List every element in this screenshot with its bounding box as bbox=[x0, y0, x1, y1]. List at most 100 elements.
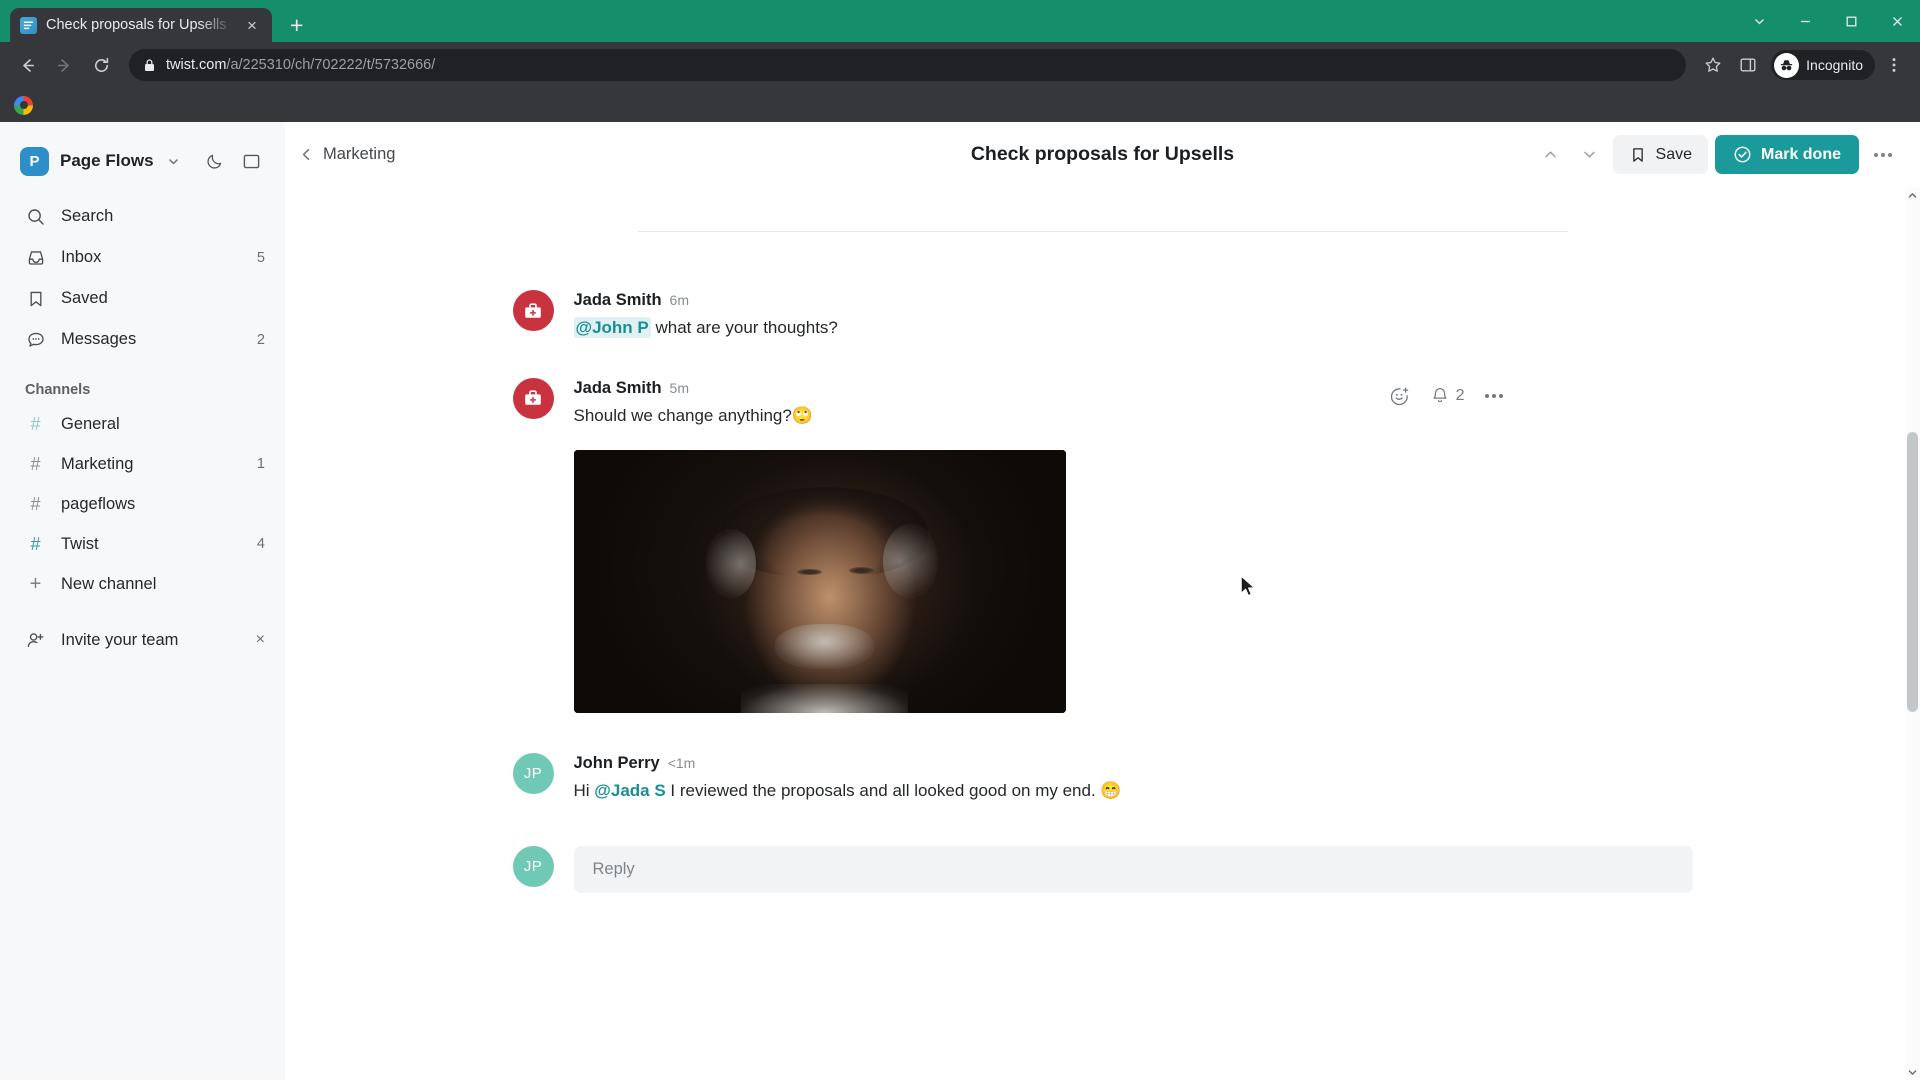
sidebar-item-inbox[interactable]: Inbox 5 bbox=[0, 237, 285, 278]
message-text: Should we change anything?🙄 bbox=[574, 404, 1693, 429]
mark-done-button[interactable]: Mark done bbox=[1714, 135, 1859, 174]
bookmark-icon bbox=[1629, 146, 1647, 164]
chevron-down-icon[interactable] bbox=[1574, 139, 1606, 171]
browser-tab[interactable]: Check proposals for Upsells · Pa × bbox=[10, 8, 272, 42]
message-item: Jada Smith 6m @John P what are your thou… bbox=[512, 290, 1693, 341]
channels-list: # General # Marketing 1 # pageflows # Tw… bbox=[0, 404, 285, 604]
vertical-scrollbar[interactable] bbox=[1905, 187, 1920, 1080]
thread-header: Marketing Check proposals for Upsells Sa… bbox=[285, 122, 1920, 187]
chrome-menu-icon[interactable] bbox=[1878, 49, 1910, 81]
hash-icon: # bbox=[30, 493, 41, 514]
chat-bubble-icon bbox=[25, 329, 46, 350]
star-icon[interactable] bbox=[1697, 49, 1729, 81]
notifications-bell[interactable]: 2 bbox=[1430, 386, 1465, 406]
moon-icon[interactable] bbox=[202, 146, 228, 176]
message-item: Jada Smith 5m Should we change anything?… bbox=[512, 377, 1693, 714]
incognito-icon bbox=[1774, 52, 1800, 78]
message-author: John Perry bbox=[573, 754, 660, 773]
mention-jada-s[interactable]: @Jada S bbox=[594, 781, 665, 800]
sidebar-item-messages[interactable]: Messages 2 bbox=[0, 319, 285, 360]
mark-done-label: Mark done bbox=[1760, 145, 1841, 163]
browser-toolbar: twist.com/a/225310/ch/702222/t/5732666/ … bbox=[0, 42, 1920, 88]
url-text: twist.com/a/225310/ch/702222/t/5732666/ bbox=[166, 57, 436, 73]
twist-favicon-icon bbox=[20, 16, 37, 34]
message-content: John Perry <1m Hi @Jada S I reviewed the… bbox=[574, 753, 1693, 804]
maximize-icon[interactable] bbox=[1828, 0, 1874, 42]
reply-input[interactable]: Reply bbox=[573, 845, 1693, 893]
avatar[interactable]: JP bbox=[512, 753, 554, 795]
mention-john-p[interactable]: @John P bbox=[573, 317, 651, 338]
sidebar-item-marketing[interactable]: # Marketing 1 bbox=[0, 444, 285, 484]
scroll-down-arrow-icon[interactable] bbox=[1905, 1064, 1920, 1080]
thumbnail-detail bbox=[706, 529, 756, 598]
new-channel-button[interactable]: + New channel bbox=[0, 564, 285, 604]
close-icon[interactable]: × bbox=[256, 631, 265, 649]
sidebar-item-twist[interactable]: # Twist 4 bbox=[0, 524, 285, 564]
channel-label: Twist bbox=[61, 534, 99, 553]
scrollbar-thumb[interactable] bbox=[1907, 432, 1918, 712]
minimize-icon[interactable] bbox=[1782, 0, 1828, 42]
avatar[interactable] bbox=[512, 290, 554, 331]
chevron-down-icon[interactable] bbox=[1736, 0, 1782, 42]
tab-title: Check proposals for Upsells · Pa bbox=[46, 17, 233, 33]
thumbnail-detail bbox=[775, 623, 874, 669]
sidebar-nav: Search Inbox 5 Saved Messages 2 bbox=[0, 196, 285, 360]
thread-body: Jada Smith 6m @John P what are your thou… bbox=[285, 187, 1920, 1080]
avatar[interactable] bbox=[512, 377, 554, 419]
new-tab-button[interactable]: + bbox=[290, 14, 303, 37]
address-bar[interactable]: twist.com/a/225310/ch/702222/t/5732666/ bbox=[129, 49, 1687, 81]
back-arrow-icon[interactable] bbox=[10, 48, 44, 82]
thumbnail-detail bbox=[849, 567, 874, 575]
add-reaction-icon[interactable] bbox=[1389, 386, 1410, 407]
close-icon[interactable]: × bbox=[242, 17, 262, 34]
new-channel-label: New channel bbox=[61, 574, 157, 593]
forward-arrow-icon[interactable] bbox=[47, 48, 81, 82]
message-timestamp: 6m bbox=[669, 292, 689, 308]
workspace-name: Page Flows bbox=[60, 151, 154, 170]
reply-placeholder: Reply bbox=[592, 859, 635, 878]
inbox-icon bbox=[25, 247, 46, 268]
bookmark-icon bbox=[25, 288, 46, 309]
main-panel: Marketing Check proposals for Upsells Sa… bbox=[285, 122, 1920, 1080]
channel-label: General bbox=[61, 414, 120, 433]
save-button[interactable]: Save bbox=[1612, 135, 1708, 174]
channel-label: Marketing bbox=[61, 454, 134, 473]
breadcrumb-back[interactable]: Marketing bbox=[299, 145, 395, 164]
message-text: Hi @Jada S I reviewed the proposals and … bbox=[574, 779, 1693, 804]
panel-icon[interactable] bbox=[239, 146, 265, 176]
sidebar-item-search[interactable]: Search bbox=[0, 196, 285, 237]
thumbnail-detail bbox=[883, 523, 938, 598]
thumbnail-detail bbox=[740, 684, 909, 714]
side-panel-icon[interactable] bbox=[1732, 49, 1764, 81]
chevron-up-icon[interactable] bbox=[1535, 139, 1567, 171]
profile-chip[interactable]: Incognito bbox=[1771, 50, 1875, 80]
chevron-down-icon[interactable] bbox=[167, 155, 180, 168]
sidebar-item-pageflows[interactable]: # pageflows bbox=[0, 484, 285, 524]
hash-icon: # bbox=[30, 413, 41, 434]
message-more-menu[interactable] bbox=[1484, 394, 1503, 399]
avatar-initials: JP bbox=[523, 857, 543, 875]
close-icon[interactable] bbox=[1874, 0, 1920, 42]
sidebar-item-label: Search bbox=[61, 207, 114, 225]
google-bookmark-icon[interactable] bbox=[14, 95, 33, 115]
ellipsis-icon bbox=[1484, 394, 1503, 399]
message-author: Jada Smith bbox=[573, 291, 662, 309]
bell-icon bbox=[1430, 386, 1450, 406]
bell-count: 2 bbox=[1455, 387, 1465, 405]
invite-team-row[interactable]: Invite your team × bbox=[0, 618, 285, 662]
twist-app: P Page Flows Search Inbox 5 Saved Messag… bbox=[0, 122, 1920, 1080]
sidebar-item-saved[interactable]: Saved bbox=[0, 278, 285, 319]
scroll-up-arrow-icon[interactable] bbox=[1905, 187, 1920, 203]
workspace-avatar: P bbox=[20, 146, 49, 176]
reload-icon[interactable] bbox=[84, 48, 118, 82]
divider bbox=[637, 231, 1568, 232]
thread-more-menu[interactable] bbox=[1866, 138, 1900, 172]
message-content: Jada Smith 5m Should we change anything?… bbox=[573, 378, 1693, 714]
thread-header-actions: Save Mark done bbox=[1535, 135, 1900, 174]
video-thumbnail[interactable] bbox=[573, 450, 1066, 714]
workspace-header[interactable]: P Page Flows bbox=[0, 136, 285, 186]
channel-label: pageflows bbox=[61, 494, 136, 513]
message-timestamp: 5m bbox=[669, 379, 689, 396]
sidebar-item-general[interactable]: # General bbox=[0, 404, 285, 444]
chevron-left-icon bbox=[299, 147, 314, 162]
